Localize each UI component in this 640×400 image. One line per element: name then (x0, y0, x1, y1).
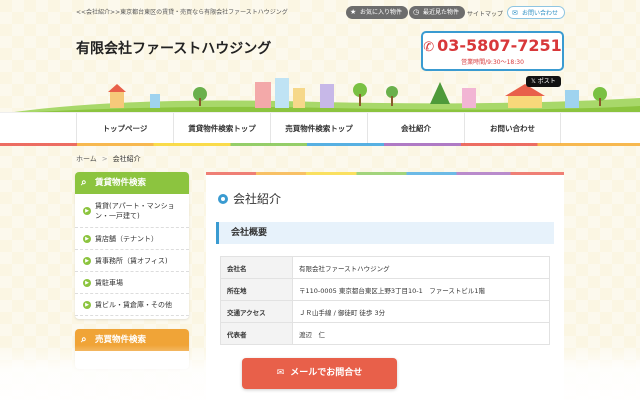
business-hours: 営業時間/9:30〜18:30 (461, 59, 524, 66)
phone-number-text: 03-5807-7251 (437, 36, 562, 55)
breadcrumb: ホーム > 会社紹介 (76, 154, 141, 164)
rent-search-header: ⌕ 賃貸物件検索 (75, 172, 189, 194)
top-bar: <<会社紹介>>東京都台東区の賃貸・売買なら有限会社ファーストハウジング ★ お… (0, 0, 640, 24)
nav-top[interactable]: トップページ (76, 113, 173, 144)
table-row: 会社名 有限会社ファーストハウジング (220, 256, 550, 279)
sidebar-item-rent-other[interactable]: ▶ 賃ビル・賃倉庫・その他 (75, 294, 189, 316)
chevron-right-icon: ▶ (83, 278, 91, 287)
breadcrumb-home[interactable]: ホーム (76, 155, 97, 163)
table-row: 代表者 渡辺 仁 (220, 322, 550, 345)
rent-search-card: ⌕ 賃貸物件検索 ▶ 賃貸(アパート・マンション・一戸建て) ▶ 賃店舗（テナント）… (75, 172, 189, 319)
post-label: ポスト (537, 78, 556, 85)
page-title: 会社紹介 (218, 190, 281, 207)
main-nav: トップページ 賃貸物件検索トップ 売買物件検索トップ 会社紹介 お問い合わせ (0, 112, 640, 146)
sitemap-link[interactable]: サイトマップ (467, 9, 503, 18)
sidebar-item-label: 賃駐車場 (95, 278, 123, 287)
top-breadcrumb: <<会社紹介>>東京都台東区の賃貸・売買なら有限会社ファーストハウジング (76, 9, 288, 16)
clock-icon: ◷ (413, 8, 420, 16)
sidebar-item-label: 賃事務所（賃オフィス) (95, 256, 168, 265)
table-row: 交通アクセス ＪＲ山手線 / 御徒町 徒歩 3分 (220, 300, 550, 323)
nav-contact[interactable]: お問い合わせ (464, 113, 561, 144)
breadcrumb-current: 会社紹介 (112, 155, 141, 163)
sidebar-item-rent-store[interactable]: ▶ 賃店舗（テナント） (75, 228, 189, 250)
favorites-button[interactable]: ★ お気に入り物件 (346, 6, 409, 19)
favorites-label: お気に入り物件 (360, 9, 403, 16)
sidebar-item-label: 賃ビル・賃倉庫・その他 (95, 300, 172, 309)
section-heading: 会社概要 (216, 222, 554, 244)
table-row: 所在地 〒110-0005 東京都台東区上野3丁目10-1 ファーストビル1階 (220, 278, 550, 301)
phone-icon: ✆ (423, 40, 435, 55)
sidebar-item-rent-parking[interactable]: ▶ 賃駐車場 (75, 272, 189, 294)
nav-company[interactable]: 会社紹介 (367, 113, 464, 144)
row-value: 有限会社ファーストハウジング (292, 256, 550, 279)
x-icon: 𝕏 (531, 78, 538, 85)
row-value: ＪＲ山手線 / 御徒町 徒歩 3分 (292, 300, 550, 323)
company-info-table: 会社名 有限会社ファーストハウジング 所在地 〒110-0005 東京都台東区上… (220, 256, 550, 345)
row-value: 〒110-0005 東京都台東区上野3丁目10-1 ファーストビル1階 (292, 278, 550, 301)
row-key: 交通アクセス (220, 300, 293, 323)
magnifier-icon: ⌕ (81, 177, 87, 188)
nav-sale-search[interactable]: 売買物件検索トップ (270, 113, 367, 144)
sidebar-item-rent-office[interactable]: ▶ 賃事務所（賃オフィス) (75, 250, 189, 272)
chevron-right-icon: ▶ (83, 256, 91, 265)
star-icon: ★ (350, 8, 357, 16)
nav-color-stripe (0, 143, 640, 146)
sidebar-item-rent-residential[interactable]: ▶ 賃貸(アパート・マンション・一戸建て) (75, 194, 189, 228)
main-color-stripe (206, 172, 564, 175)
row-value: 渡辺 仁 (292, 322, 550, 345)
chevron-right-icon: ▶ (83, 234, 91, 243)
sidebar-item-label: 賃店舗（テナント） (95, 234, 158, 243)
breadcrumb-separator: > (101, 155, 108, 163)
envelope-icon: ✉ (276, 368, 285, 378)
mail-contact-label: メールでお問合せ (290, 368, 363, 378)
contact-top-button[interactable]: ✉ お問い合わせ (507, 6, 566, 19)
x-post-button[interactable]: 𝕏 ポスト (526, 76, 561, 87)
phone-box: ✆ 03-5807-7251 営業時間/9:30〜18:30 (421, 31, 564, 71)
row-key: 会社名 (220, 256, 293, 279)
circle-bullet-icon (218, 194, 228, 204)
mail-contact-button[interactable]: ✉ メールでお問合せ (242, 358, 397, 389)
company-logo-title[interactable]: 有限会社ファーストハウジング (76, 38, 271, 58)
sale-search-title: 売買物件検索 (95, 335, 147, 345)
mail-icon: ✉ (512, 9, 518, 17)
rent-search-list: ▶ 賃貸(アパート・マンション・一戸建て) ▶ 賃店舗（テナント） ▶ 賃事務所（賃オ… (75, 194, 189, 316)
contact-top-label: お問い合わせ (522, 10, 559, 17)
sidebar-item-label: 賃貸(アパート・マンション・一戸建て) (95, 201, 175, 220)
rent-search-title: 賃貸物件検索 (95, 178, 147, 188)
chevron-right-icon: ▶ (83, 300, 91, 309)
page-title-text: 会社紹介 (233, 192, 282, 206)
phone-number: ✆ 03-5807-7251 (423, 36, 562, 55)
row-key: 所在地 (220, 278, 293, 301)
chevron-right-icon: ▶ (83, 206, 91, 215)
nav-rent-search[interactable]: 賃貸物件検索トップ (173, 113, 270, 144)
recent-button[interactable]: ◷ 最近見た物件 (409, 6, 466, 19)
recent-label: 最近見た物件 (423, 9, 460, 16)
row-key: 代表者 (220, 322, 293, 345)
